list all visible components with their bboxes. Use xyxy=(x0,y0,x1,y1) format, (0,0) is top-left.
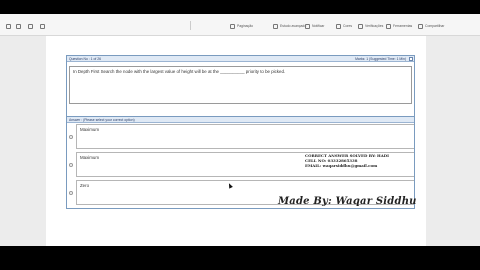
print-icon xyxy=(16,23,21,29)
toolbar-item-6-label: Ferramentas xyxy=(393,24,413,28)
scrollbar[interactable] xyxy=(470,36,480,246)
tool-icon xyxy=(230,23,235,29)
solver-watermark: CORRECT ANSWER SOLVED BY: HADI CELL NO: … xyxy=(305,153,405,168)
watermark-line-3: EMAIL: waqarsiddhu@gmail.com xyxy=(305,162,378,168)
save-icon xyxy=(28,23,33,29)
toolbar-item-2[interactable]: Estudo avançado xyxy=(273,22,306,30)
toolbar-icon-3[interactable] xyxy=(28,22,33,30)
toolbar-separator xyxy=(190,21,191,30)
toolbar-icon-1[interactable] xyxy=(6,22,11,30)
question-info-icon[interactable] xyxy=(408,56,413,61)
question-marks: Marks: 1 (Suggested Time: 1 Min) xyxy=(355,57,406,61)
tool-icon xyxy=(336,23,341,29)
option-3-radio[interactable] xyxy=(69,191,73,195)
toolbar-item-1-label: Paginação xyxy=(237,24,254,28)
toolbar-item-5-label: Verificações xyxy=(365,24,384,28)
option-1-radio[interactable] xyxy=(69,135,73,139)
question-header: Question No : 1 of 26 Marks: 1 (Suggeste… xyxy=(67,56,414,62)
page-icon xyxy=(6,23,11,29)
top-black-bar xyxy=(0,0,480,14)
toolbar-item-7[interactable]: Compartilhar xyxy=(418,22,444,30)
toolbar-item-1[interactable]: Paginação xyxy=(230,22,253,30)
toolbar-item-5[interactable]: Verificações xyxy=(358,22,383,30)
tool-icon xyxy=(273,23,278,29)
toolbar-item-6[interactable]: Ferramentas xyxy=(386,22,412,30)
question-text: In Depth First Search the node with the … xyxy=(69,66,412,104)
toolbar-item-3[interactable]: Notificar xyxy=(305,22,324,30)
toolbar-icon-4[interactable] xyxy=(40,22,45,30)
question-number: Question No : 1 of 26 xyxy=(69,57,102,61)
viewer-toolbar: Paginação Estudo avançado Notificar Core… xyxy=(0,14,480,36)
toolbar-item-3-label: Notificar xyxy=(312,24,325,28)
option-1-text: Maximum xyxy=(76,124,414,149)
toolbar-item-2-label: Estudo avançado xyxy=(280,24,307,28)
toolbar-item-4-label: Cores xyxy=(343,24,353,28)
option-1[interactable]: Maximum xyxy=(67,124,414,149)
tool-icon xyxy=(386,23,391,29)
toolbar-item-7-label: Compartilhar xyxy=(425,24,445,28)
tool-icon xyxy=(358,23,363,29)
option-2-radio[interactable] xyxy=(69,163,73,167)
made-by-signature: Made By: Waqar Siddhu xyxy=(278,196,417,207)
share-icon xyxy=(418,23,423,29)
toolbar-item-4[interactable]: Cores xyxy=(336,22,352,30)
email-icon xyxy=(40,23,45,29)
question-panel: Question No : 1 of 26 Marks: 1 (Suggeste… xyxy=(66,55,415,117)
toolbar-icon-2[interactable] xyxy=(16,22,21,30)
tool-icon xyxy=(305,23,310,29)
answer-header: Answer : (Please select your correct opt… xyxy=(67,117,414,123)
